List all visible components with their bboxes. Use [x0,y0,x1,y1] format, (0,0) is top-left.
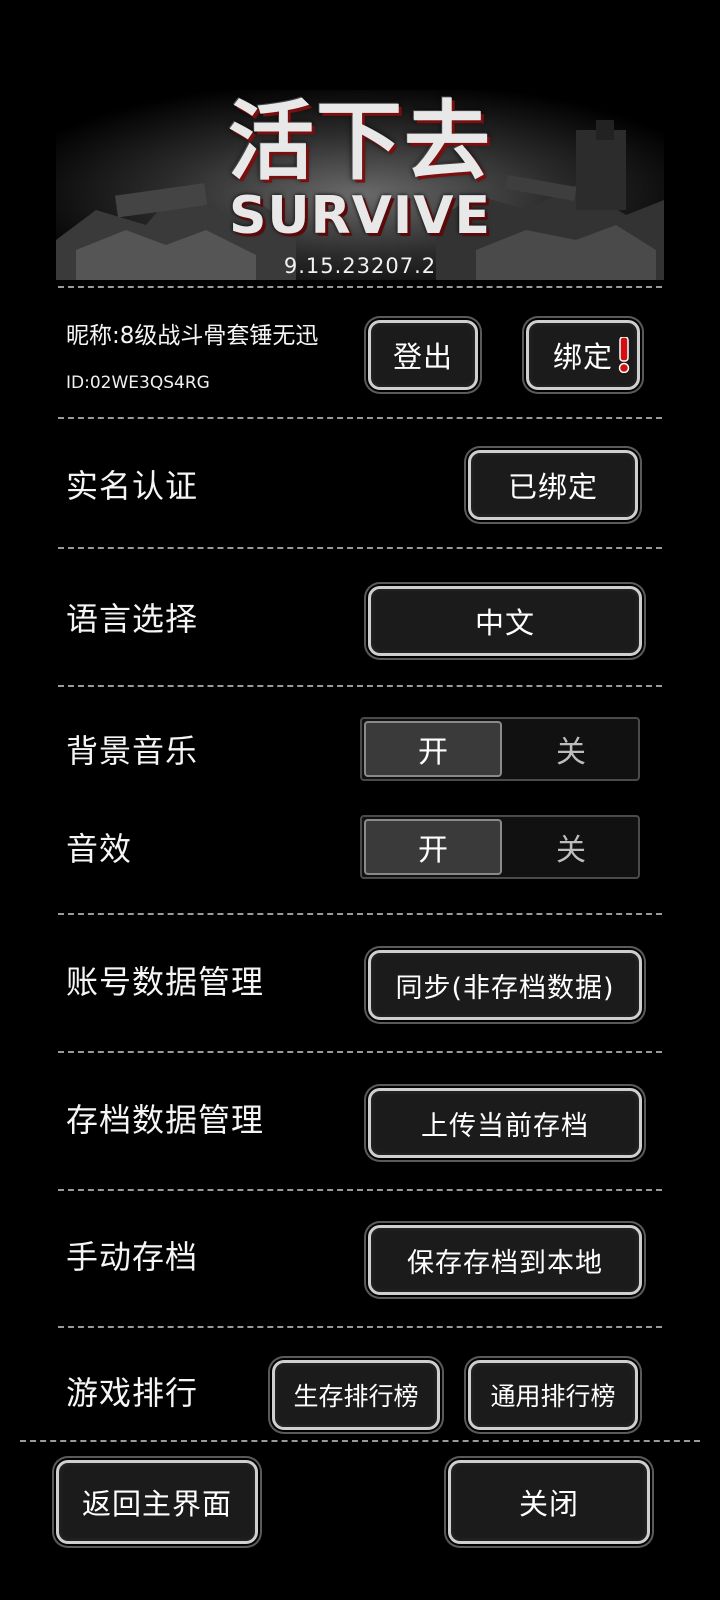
divider [58,286,662,288]
save-to-local-button[interactable]: 保存存档到本地 [368,1225,642,1295]
bind-button-label: 绑定 [553,340,614,374]
bgm-on-option[interactable]: 开 [364,721,502,777]
survival-ranking-label: 生存排行榜 [293,1382,419,1411]
realname-button-label: 已绑定 [507,470,598,504]
general-ranking-label: 通用排行榜 [490,1382,616,1411]
realname-status-button[interactable]: 已绑定 [468,450,638,520]
save-data-label: 存档数据管理 [66,1101,265,1139]
logout-button[interactable]: 登出 [368,320,478,390]
sync-account-data-button[interactable]: 同步(非存档数据) [368,950,642,1020]
general-ranking-button[interactable]: 通用排行榜 [468,1360,638,1430]
sync-button-label: 同步(非存档数据) [395,972,615,1004]
divider [58,1189,662,1191]
manual-save-label: 手动存档 [66,1238,199,1276]
bgm-label: 背景音乐 [66,732,199,770]
divider [58,417,662,419]
upload-save-button[interactable]: 上传当前存档 [368,1088,642,1158]
divider [58,547,662,549]
bgm-off-option[interactable]: 关 [504,719,638,779]
divider [20,1440,700,1442]
language-button-label: 中文 [474,606,535,640]
bind-account-button[interactable]: 绑定 [526,320,640,390]
game-title-chinese: 活下去 [228,92,492,192]
realname-label: 实名认证 [66,467,199,505]
upload-save-button-label: 上传当前存档 [421,1110,589,1142]
close-button[interactable]: 关闭 [448,1460,650,1544]
divider [58,1051,662,1053]
close-button-label: 关闭 [518,1487,579,1521]
bgm-toggle[interactable]: 开 关 [360,717,640,781]
back-to-main-button[interactable]: 返回主界面 [56,1460,258,1544]
game-logo-banner: 活下去 SURVIVE [56,90,664,280]
exclamation-icon [618,337,630,373]
game-title-english: SURVIVE [228,186,492,246]
user-id-text: ID:02WE3QS4RG [66,373,210,393]
version-number: 9.15.23207.2 [283,254,437,278]
logout-button-label: 登出 [392,340,453,374]
language-select-button[interactable]: 中文 [368,586,642,656]
language-label: 语言选择 [66,600,199,638]
divider [58,1326,662,1328]
sfx-label: 音效 [66,830,133,868]
divider [58,685,662,687]
sfx-off-option[interactable]: 关 [504,817,638,877]
ranking-label: 游戏排行 [66,1374,199,1412]
divider [58,913,662,915]
account-data-label: 账号数据管理 [66,963,265,1001]
nickname-text: 昵称:8级战斗骨套锤无迅 [66,323,319,349]
back-button-label: 返回主界面 [81,1487,232,1521]
survival-ranking-button[interactable]: 生存排行榜 [272,1360,440,1430]
sfx-toggle[interactable]: 开 关 [360,815,640,879]
sfx-on-option[interactable]: 开 [364,819,502,875]
save-local-button-label: 保存存档到本地 [407,1247,603,1279]
